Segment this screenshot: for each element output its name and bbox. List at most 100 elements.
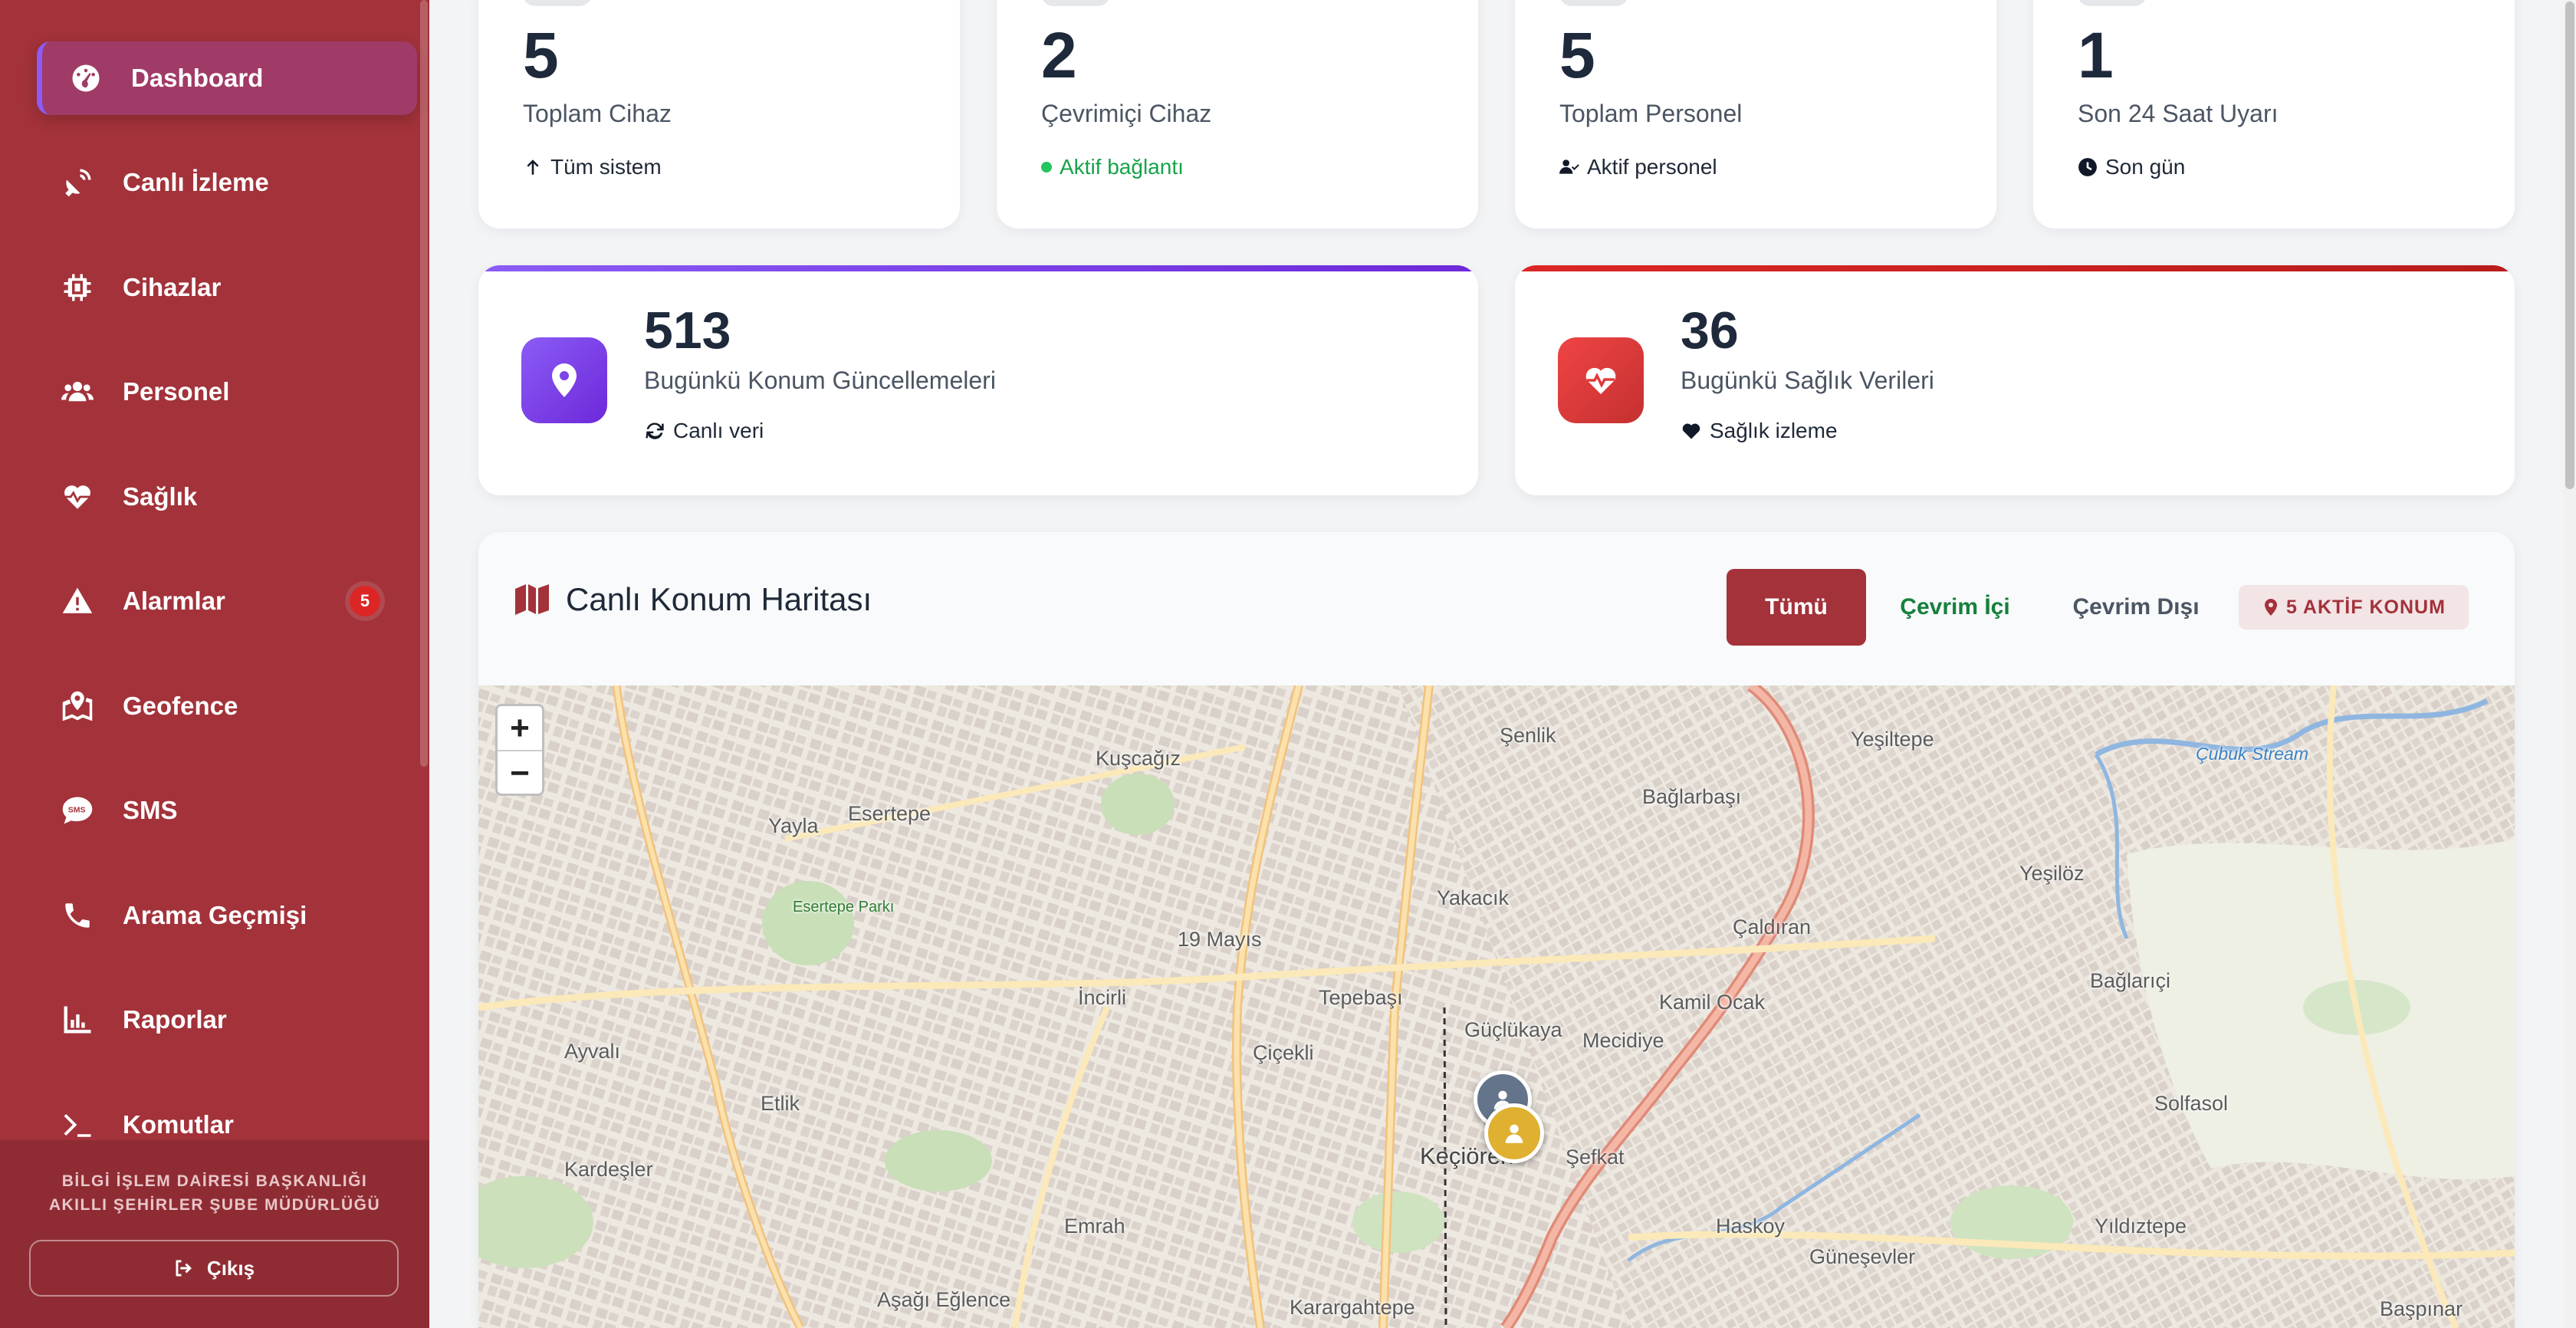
sidebar-item-saglik[interactable]: Sağlık: [37, 460, 417, 534]
sidebar-item-geofence[interactable]: Geofence: [37, 669, 417, 743]
refresh-icon: [646, 422, 664, 439]
map-label: Yeşilöz: [2019, 862, 2085, 885]
stat-card-health-data: 36 Bugünkü Sağlık Verileri Sağlık izleme: [1515, 265, 2515, 495]
stat-value: 513: [644, 301, 731, 360]
map-label: Bağlarıçi: [2090, 969, 2171, 992]
sign-out-icon: [176, 1260, 192, 1277]
active-location-badge: 5 AKTİF KONUM: [2239, 585, 2469, 629]
stat-sub: Son gün: [2078, 155, 2185, 179]
filter-all-button[interactable]: Tümü: [1727, 569, 1866, 646]
sidebar-item-label: Alarmlar: [123, 587, 225, 615]
folded-map-icon: [515, 584, 549, 615]
terminal-icon: [60, 1107, 95, 1142]
map-label: Emrah: [1064, 1215, 1125, 1238]
sidebar-item-label: Arama Geçmişi: [123, 901, 307, 929]
stat-sub-text: Canlı veri: [673, 419, 764, 442]
sidebar-item-personel[interactable]: Personel: [37, 355, 417, 429]
stat-value: 5: [523, 19, 559, 91]
arrow-up-icon: [527, 159, 539, 175]
organization-line-2: AKILLI ŞEHİRLER ŞUBE MÜDÜRLÜĞÜ: [48, 1196, 381, 1214]
sidebar-item-arama-gecmisi[interactable]: Arama Geçmişi: [37, 879, 417, 952]
stat-value: 2: [1041, 19, 1077, 91]
device-marker-online[interactable]: [1484, 1103, 1544, 1163]
map-label: Kuşcağız: [1096, 747, 1181, 770]
phone-icon: [60, 898, 95, 933]
stat-label: Çevrimiçi Cihaz: [1041, 100, 1212, 127]
zoom-out-button[interactable]: −: [498, 751, 542, 795]
status-dot-icon: [1041, 162, 1052, 173]
stat-sub: Sağlık izleme: [1681, 419, 1838, 443]
map-label: Çiçekli: [1253, 1041, 1314, 1064]
map-label: Yayla: [768, 814, 819, 837]
filter-offline-button[interactable]: Çevrim Dışı: [2044, 569, 2228, 646]
warning-triangle-icon: [60, 583, 95, 619]
sidebar-item-canli-izleme[interactable]: Canlı İzleme: [37, 146, 417, 219]
map-zoom-control: + −: [495, 704, 544, 796]
map-marked-icon: [60, 689, 95, 724]
user-icon: [1505, 1124, 1523, 1143]
sms-bubble-icon: SMS: [60, 793, 95, 828]
chart-line-icon: [60, 1002, 95, 1037]
stat-sub-text: Son gün: [2105, 155, 2186, 179]
location-pin-icon: [552, 363, 577, 397]
page-scrollbar[interactable]: [2564, 0, 2576, 1328]
zoom-in-button[interactable]: +: [498, 706, 542, 751]
alarm-count-badge: 5: [350, 586, 380, 616]
logout-label: Çıkış: [206, 1256, 255, 1280]
heart-pulse-icon: [60, 479, 95, 514]
sidebar-item-alarmlar[interactable]: Alarmlar 5: [37, 564, 417, 638]
stat-card-online-devices: 2 Çevrimiçi Cihaz Aktif bağlantı: [997, 0, 1478, 228]
map-label: Çaldıran: [1733, 915, 1812, 938]
stat-card-alerts-24h: 1 Son 24 Saat Uyarı Son gün: [2033, 0, 2515, 228]
card-icon-partial: [1559, 0, 1628, 6]
filter-online-button[interactable]: Çevrim İçi: [1866, 569, 2044, 646]
active-location-text: 5 AKTİF KONUM: [2286, 596, 2446, 618]
map-panel-header: Canlı Konum Haritası Tümü Çevrim İçi Çev…: [478, 532, 2515, 685]
sidebar-item-raporlar[interactable]: Raporlar: [37, 983, 417, 1057]
map-title-text: Canlı Konum Haritası: [566, 581, 872, 617]
organization-line-1: BİLGİ İŞLEM DAİRESİ BAŞKANLIĞI: [61, 1172, 368, 1190]
map-label: Ayvalı: [564, 1040, 621, 1063]
sidebar-scrollbar[interactable]: [420, 0, 428, 767]
stat-sub: Canlı veri: [644, 419, 764, 443]
users-icon: [60, 374, 95, 409]
map-label: Güneşevler: [1809, 1245, 1916, 1268]
stat-card-total-personnel: 5 Toplam Personel Aktif personel: [1515, 0, 1996, 228]
stat-label: Son 24 Saat Uyarı: [2078, 100, 2279, 127]
map-label: Kardeşler: [564, 1158, 653, 1181]
sidebar-item-cihazlar[interactable]: Cihazlar: [37, 251, 417, 324]
card-icon-partial: [2078, 0, 2147, 6]
stat-label: Toplam Cihaz: [523, 100, 672, 127]
stat-sub-text: Tüm sistem: [550, 155, 662, 179]
location-icon-box: [521, 337, 607, 423]
page-scrollbar-thumb[interactable]: [2565, 2, 2574, 489]
map-pin-icon: [2265, 599, 2277, 616]
organization-name: BİLGİ İŞLEM DAİRESİ BAŞKANLIĞI AKILLI ŞE…: [0, 1169, 429, 1217]
map-label: Esertepe Parkı: [793, 899, 895, 915]
map-label: Güçlükaya: [1464, 1018, 1562, 1041]
stat-sub-text: Sağlık izleme: [1710, 419, 1838, 442]
map-label: Tepebaşı: [1319, 986, 1403, 1009]
sidebar-item-label: Personel: [123, 377, 230, 406]
map-label: Haskoy: [1716, 1215, 1786, 1238]
logout-button[interactable]: Çıkış: [29, 1240, 399, 1297]
stat-sub-text: Aktif personel: [1587, 155, 1717, 179]
sidebar-item-label: SMS: [123, 796, 178, 824]
sidebar-item-label: Sağlık: [123, 482, 198, 511]
map-label: Çubuk Stream: [2196, 744, 2309, 764]
map-tiles: [478, 685, 2515, 1328]
svg-text:SMS: SMS: [68, 806, 86, 815]
sidebar-item-dashboard[interactable]: Dashboard: [37, 41, 417, 115]
sidebar-item-label: Canlı İzleme: [123, 168, 269, 196]
sidebar-item-label: Cihazlar: [123, 273, 222, 301]
stat-value: 1: [2078, 19, 2114, 91]
sidebar-item-sms[interactable]: SMS SMS: [37, 774, 417, 847]
dashboard-gauge-icon: [68, 61, 104, 96]
stat-sub: Aktif personel: [1559, 155, 1717, 179]
clock-icon: [2078, 158, 2097, 176]
map-filter-group: Tümü Çevrim İçi Çevrim Dışı 5 AKTİF KONU…: [1727, 569, 2469, 646]
map-label: Yakacık: [1437, 886, 1510, 909]
map-label: Esertepe: [848, 802, 932, 825]
live-location-map[interactable]: + − Şenlik Yeşiltepe Kuşcağız Esertepe B…: [478, 685, 2515, 1328]
map-label: Şefkat: [1566, 1146, 1625, 1169]
